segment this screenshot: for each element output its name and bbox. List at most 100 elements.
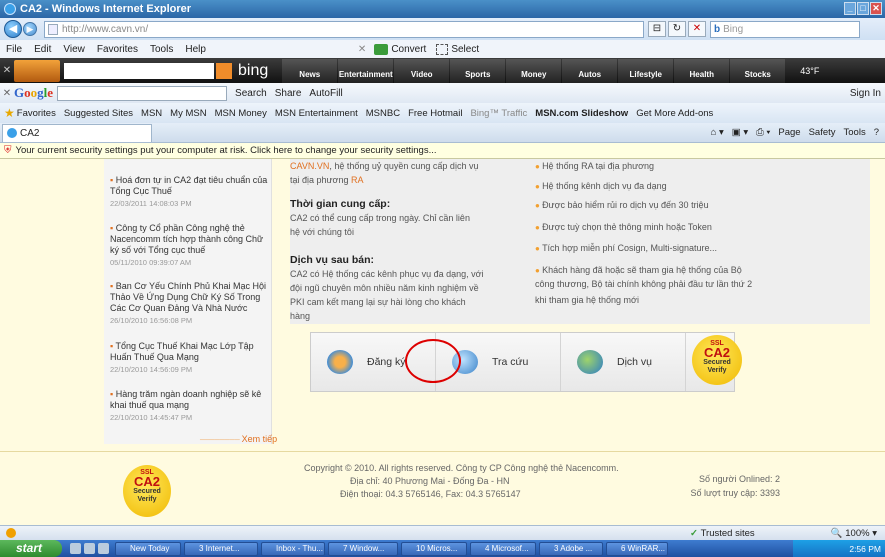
fav-free-hotmail[interactable]: Free Hotmail — [408, 108, 462, 119]
weather-temp[interactable]: 43°F — [800, 66, 819, 76]
bingbar-health[interactable]: Health — [674, 58, 730, 83]
menu-tools[interactable]: Tools — [150, 44, 173, 55]
bing-search-button[interactable] — [216, 62, 232, 79]
ssl-seal-footer[interactable]: SSL CA2 Secured Verify — [123, 465, 171, 517]
google-search-button[interactable]: Search — [235, 88, 267, 99]
search-box[interactable]: b Bing — [710, 20, 860, 38]
taskbar-item[interactable]: 3 Adobe ... — [539, 541, 603, 556]
quicklaunch-outlook-icon[interactable] — [84, 543, 95, 554]
fav-msn[interactable]: MSN — [141, 108, 162, 119]
bingbar-news[interactable]: News — [282, 58, 338, 83]
aftersales-section: Dịch vụ sau bán: CA2 có Hệ thống các kên… — [290, 253, 510, 323]
news-more-link[interactable]: Xem tiếp — [200, 434, 278, 444]
news-title[interactable]: Ban Cơ Yếu Chính Phủ Khai Mạc Hội Thảo V… — [110, 281, 268, 314]
menu-file[interactable]: File — [6, 44, 22, 55]
menu-help[interactable]: Help — [185, 44, 206, 55]
feature-item: Hệ thống kênh dịch vụ đa dạng — [535, 179, 805, 194]
fav-my-msn[interactable]: My MSN — [170, 108, 206, 119]
bingbar-lifestyle[interactable]: Lifestyle — [618, 58, 674, 83]
news-title[interactable]: Hoá đơn tự in CA2 đạt tiêu chuẩn của Tổn… — [110, 175, 268, 197]
refresh-icon[interactable]: ↻ — [668, 21, 686, 37]
news-item[interactable]: Tổng Cục Thuế Khai Mạc Lớp Tập Huấn Thuế… — [110, 341, 268, 375]
google-signin-button[interactable]: Sign In — [850, 88, 881, 99]
fav-get-addons[interactable]: Get More Add-ons — [636, 108, 713, 119]
footer-copyright: Copyright © 2010. All rights reserved. C… — [304, 463, 619, 473]
bingbar-video[interactable]: Video — [394, 58, 450, 83]
cavn-link[interactable]: CAVN.VN — [290, 161, 329, 171]
fav-msn-slideshow[interactable]: MSN.com Slideshow — [535, 108, 628, 119]
page-icon — [48, 23, 58, 35]
fav-msn-entertainment[interactable]: MSN Entertainment — [275, 108, 358, 119]
news-item[interactable]: Hàng trăm ngàn doanh nghiệp sẽ kê khai t… — [110, 389, 268, 423]
tray-clock[interactable]: 2:56 PM — [849, 544, 881, 554]
stop-icon[interactable]: ✕ — [688, 21, 706, 37]
news-title[interactable]: Công ty Cổ phần Công nghệ thẻ Nacencomm … — [110, 223, 268, 256]
start-button[interactable]: start — [0, 540, 62, 557]
bingbar-autos[interactable]: Autos — [562, 58, 618, 83]
bingbar-stocks[interactable]: Stocks — [730, 58, 786, 83]
google-search-input[interactable] — [57, 85, 228, 101]
tools-menu[interactable]: Tools — [844, 127, 866, 138]
quick-launch — [70, 543, 109, 554]
fav-msn-money[interactable]: MSN Money — [215, 108, 267, 119]
address-bar[interactable]: http://www.cavn.vn/ — [44, 20, 644, 38]
google-share-button[interactable]: Share — [275, 88, 302, 99]
news-date: 22/10/2010 14:45:47 PM — [110, 413, 193, 422]
window-title: CA2 - Windows Internet Explorer — [20, 3, 192, 15]
menu-favorites[interactable]: Favorites — [97, 44, 138, 55]
tab-ca2[interactable]: CA2 — [2, 123, 152, 142]
news-title[interactable]: Tổng Cục Thuế Khai Mạc Lớp Tập Huấn Thuế… — [110, 341, 268, 363]
taskbar-item[interactable]: 4 Microsof... — [470, 541, 536, 556]
news-item[interactable]: Công ty Cổ phần Công nghệ thẻ Nacencomm … — [110, 223, 268, 268]
minimize-button[interactable]: _ — [844, 2, 856, 15]
convert-button[interactable]: Convert — [374, 43, 426, 55]
zoom-level[interactable]: 🔍 100% ▾ — [831, 528, 877, 539]
close-googlebar-icon[interactable]: ✕ — [0, 88, 14, 99]
close-bingbar-icon[interactable]: ✕ — [0, 65, 14, 76]
help-icon[interactable]: ? — [874, 127, 879, 138]
print-icon[interactable]: ⎙ ▾ — [756, 127, 770, 138]
taskbar-item[interactable]: 7 Window... — [328, 541, 398, 556]
fav-bing-traffic[interactable]: Bing™ Traffic — [470, 108, 527, 119]
quicklaunch-ie-icon[interactable] — [70, 543, 81, 554]
quicklaunch-firefox-icon[interactable] — [98, 543, 109, 554]
news-title[interactable]: Hàng trăm ngàn doanh nghiệp sẽ kê khai t… — [110, 389, 268, 411]
favorites-button[interactable]: Favorites — [17, 108, 56, 119]
compatibility-icon[interactable]: ⊟ — [648, 21, 666, 37]
back-button[interactable]: ◀ — [4, 20, 22, 38]
bingbar-entertainment[interactable]: Entertainment — [338, 58, 394, 83]
forward-button[interactable]: ▶ — [23, 22, 37, 36]
bingbar-sports[interactable]: Sports — [450, 58, 506, 83]
safety-menu[interactable]: Safety — [809, 127, 836, 138]
menu-edit[interactable]: Edit — [34, 44, 51, 55]
security-infobar[interactable]: ⛨ Your current security settings put you… — [0, 143, 885, 159]
bingbar-money[interactable]: Money — [506, 58, 562, 83]
close-toolbar-icon[interactable]: ✕ — [358, 44, 366, 55]
bing-search-input[interactable] — [64, 62, 214, 79]
taskbar-item[interactable]: 3 Internet... — [184, 541, 258, 556]
intro-text: , hệ thống uỷ quyền cung cấp dịch vụ — [329, 161, 479, 171]
home-icon[interactable]: ⌂ ▾ — [711, 127, 724, 138]
ra-link[interactable]: RA — [351, 175, 364, 185]
close-button[interactable]: ✕ — [870, 2, 882, 15]
news-item[interactable]: Hoá đơn tự in CA2 đạt tiêu chuẩn của Tổn… — [110, 175, 268, 209]
taskbar-item[interactable]: New Today — [115, 541, 181, 556]
taskbar-item[interactable]: Inbox - Thu... — [261, 541, 325, 556]
maximize-button[interactable]: □ — [857, 2, 869, 15]
menu-view[interactable]: View — [63, 44, 85, 55]
google-autofill-button[interactable]: AutoFill — [309, 88, 342, 99]
google-toolbar: ✕ Google Search Share AutoFill Sign In — [0, 83, 885, 103]
security-zone[interactable]: Trusted sites — [690, 528, 755, 539]
feeds-icon[interactable]: ▣ ▾ — [732, 127, 748, 138]
ssl-seal[interactable]: SSL CA2 Secured Verify — [692, 335, 742, 385]
service-button[interactable]: Dịch vụ — [561, 333, 686, 391]
news-item[interactable]: Ban Cơ Yếu Chính Phủ Khai Mạc Hội Thảo V… — [110, 281, 268, 326]
taskbar-item[interactable]: 6 WinRAR... — [606, 541, 668, 556]
fav-suggested-sites[interactable]: Suggested Sites — [64, 108, 133, 119]
fav-msnbc[interactable]: MSNBC — [366, 108, 400, 119]
aftersales-text: hàng — [290, 311, 311, 321]
select-button[interactable]: Select — [436, 43, 479, 55]
taskbar-item[interactable]: 10 Micros... — [401, 541, 467, 556]
feature-item: Khách hàng đã hoặc sẽ tham gia hệ thống … — [535, 263, 805, 278]
page-menu[interactable]: Page — [778, 127, 800, 138]
